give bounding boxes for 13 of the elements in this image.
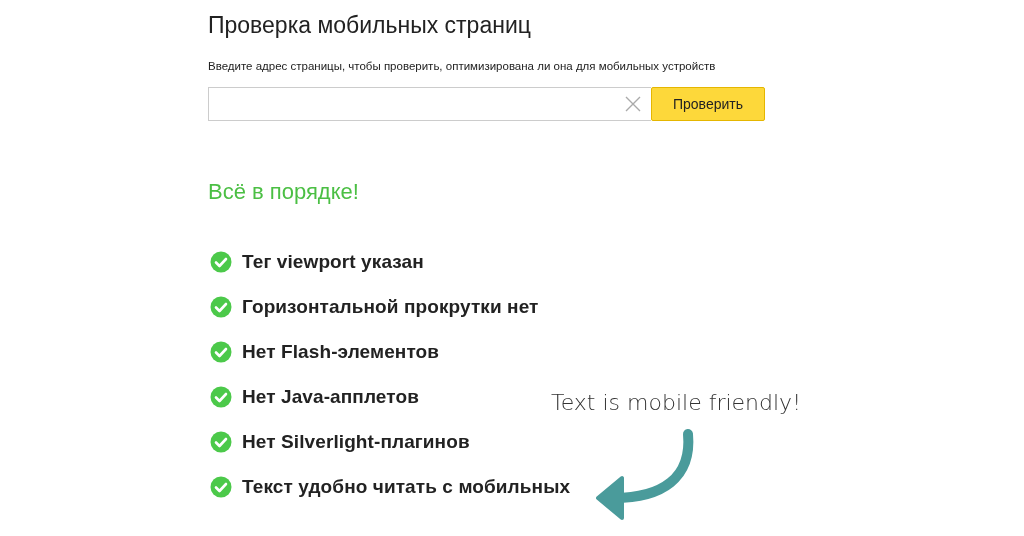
result-heading: Всё в порядке! bbox=[208, 179, 360, 206]
annotation-text: Text is mobile friendly! bbox=[551, 390, 801, 415]
check-label: Текст удобно читать с мобильных bbox=[242, 475, 571, 498]
url-field[interactable] bbox=[208, 87, 651, 121]
check-label: Горизонтальной прокрутки нет bbox=[242, 295, 539, 318]
check-label: Нет Flash-элементов bbox=[242, 340, 440, 363]
check-label: Тег viewport указан bbox=[242, 250, 424, 273]
check-button[interactable]: Проверить bbox=[651, 87, 765, 121]
check-label: Нет Java-апплетов bbox=[242, 385, 419, 408]
instruction-text: Введите адрес страницы, чтобы проверить, оптимизирована ли она для мобильных устройств bbox=[208, 60, 717, 74]
check-label: Нет Silverlight-плагинов bbox=[242, 430, 470, 453]
close-icon[interactable] bbox=[625, 96, 641, 112]
page-title: Проверка мобильных страниц bbox=[208, 11, 532, 40]
